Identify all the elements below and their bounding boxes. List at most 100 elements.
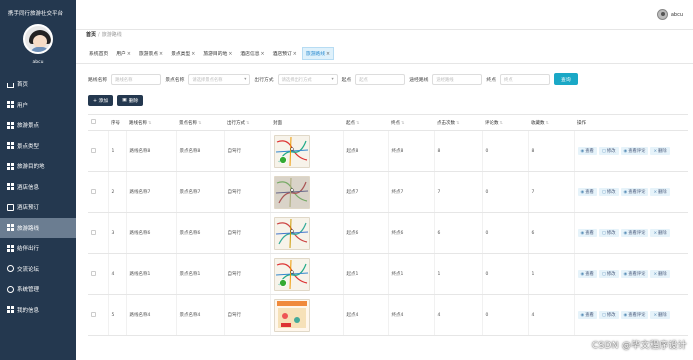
search-input[interactable]: 终点 [500,73,551,85]
row-action-button[interactable]: × 删除 [650,188,670,196]
column-label: 收藏数 [531,120,545,126]
sidebar-item-label: 我的信息 [17,307,40,314]
row-action-button[interactable]: ◉ 查看 [577,311,597,319]
search-input[interactable]: 起点 [355,73,406,85]
row-actions: ◉ 查看 ▢ 修改 ◉ 查看评论 × 删除 [577,310,673,320]
close-icon[interactable]: × [159,52,163,57]
close-icon[interactable]: × [127,52,131,57]
row-action-button[interactable]: ▢ 修改 [598,188,619,196]
tab-item[interactable]: 系统首页 [86,48,111,59]
column-header: 封面 [270,114,343,131]
cell-comments: 0 [481,171,528,213]
search-select[interactable]: 请选择出行方式 [277,73,338,85]
select-all-checkbox[interactable] [91,119,96,124]
sort-icon[interactable]: ⇅ [546,120,549,125]
search-button[interactable]: 查询 [554,73,578,85]
row-action-button[interactable]: ◉ 查看评论 [620,147,649,155]
row-action-button[interactable]: ◉ 查看 [577,229,597,237]
row-action-button[interactable]: × 删除 [650,147,670,155]
sort-icon[interactable]: ⇅ [401,120,404,125]
row-action-button[interactable]: ◉ 查看评论 [620,188,649,196]
sidebar-item[interactable]: 首页 [0,74,76,95]
breadcrumb-home[interactable]: 首页 [86,32,96,38]
search-input[interactable]: 途经路线 [432,73,483,85]
row-checkbox[interactable] [91,229,96,235]
row-action-button[interactable]: ▢ 修改 [598,270,619,278]
sidebar-item[interactable]: 酒店预订 [0,197,76,218]
row-checkbox[interactable] [91,311,96,317]
column-label: 终点 [391,120,400,126]
row-action-label: 修改 [606,190,616,195]
row-actions: ◉ 查看 ▢ 修改 ◉ 查看评论 × 删除 [577,187,673,197]
sort-icon[interactable]: ⇅ [246,120,249,125]
sidebar-item[interactable]: 旅游目的地 [0,156,76,177]
column-header: 出行方式⇅ [224,114,270,131]
sidebar-item[interactable]: 结伴出行 [0,238,76,259]
delete-button[interactable]: ▣ 删除 [117,95,144,106]
cover-image[interactable] [273,298,310,332]
sidebar-item[interactable]: 景点类型 [0,136,76,157]
sidebar-item[interactable]: 我的信息 [0,300,76,321]
row-action-button[interactable]: × 删除 [650,311,670,319]
tab-item[interactable]: 景点类型× [168,48,198,59]
row-action-button[interactable]: ◉ 查看评论 [620,270,649,278]
sort-icon[interactable]: ⇅ [148,120,151,125]
search-input[interactable]: 路线名称 [111,73,162,85]
row-action-button[interactable]: ◉ 查看 [577,188,597,196]
cell-mode: 自驾行 [223,212,270,254]
close-icon[interactable]: × [191,52,195,57]
route-table: 序号 路线名称⇅ 景点名称⇅ 出行方式⇅ 封面 起点⇅ 终点⇅ 点击次数⇅ 评论数⇅ 收藏数⇅ 操作… [88,114,688,336]
tab-item[interactable]: 旅游目的地× [200,48,235,59]
tab-item[interactable]: 酒店信息× [237,48,267,59]
row-action-button[interactable]: ◉ 查看 [577,270,597,278]
eye-icon: ◉ [623,230,628,236]
column-header: 收藏数⇅ [528,114,574,131]
cell-actions: ◉ 查看 ▢ 修改 ◉ 查看评论 × 删除 [573,212,688,254]
close-icon[interactable]: × [326,52,330,57]
row-checkbox[interactable] [91,147,96,153]
row-action-button[interactable]: ▢ 修改 [598,229,619,237]
row-action-button[interactable]: × 删除 [650,270,670,278]
sidebar-item[interactable]: 旅游景点 [0,115,76,136]
sort-icon[interactable]: ⇅ [456,120,459,125]
cell-end: 终点6 [387,212,434,254]
row-action-button[interactable]: ▢ 修改 [598,311,619,319]
sidebar-item[interactable]: 交流论坛 [0,259,76,280]
sidebar-item[interactable]: 酒店信息 [0,177,76,198]
cover-image[interactable] [273,134,310,168]
tab-item[interactable]: 旅游景点× [136,48,166,59]
sidebar-item[interactable]: 旅游路线 [0,217,76,238]
row-action-button[interactable]: ◉ 查看评论 [620,229,649,237]
sort-icon[interactable]: ⇅ [356,120,359,125]
tab-item[interactable]: 酒店预订× [270,48,300,59]
row-checkbox[interactable] [91,270,96,276]
tab-item[interactable]: 旅游路线× [301,47,335,60]
tab-item[interactable]: 用户× [113,48,134,59]
column-header: 景点名称⇅ [176,114,224,131]
row-action-button[interactable]: ◉ 查看 [577,147,597,155]
sidebar-item[interactable]: 系统管理 [0,279,76,300]
row-action-button[interactable]: ◉ 查看评论 [620,311,649,319]
row-checkbox[interactable] [91,188,96,194]
row-action-button[interactable]: ▢ 修改 [598,147,619,155]
row-action-button[interactable]: × 删除 [650,229,670,237]
column-header: 操作 [574,114,688,131]
row-action-label: 查看评论 [628,231,646,236]
search-select[interactable]: 请选择景点名称 [188,73,251,85]
cell-spot: 景点名称7 [175,171,224,213]
close-icon[interactable]: × [228,52,232,57]
add-button[interactable]: + 添加 [88,95,114,106]
column-header[interactable] [88,114,108,131]
sort-icon[interactable]: ⇅ [198,120,201,125]
sidebar-item[interactable]: 用户 [0,95,76,116]
cover-image[interactable] [273,257,310,291]
cover-image[interactable] [273,216,310,250]
close-icon[interactable]: × [293,52,297,57]
cell-actions: ◉ 查看 ▢ 修改 ◉ 查看评论 × 删除 [573,130,688,172]
sort-icon[interactable]: ⇅ [500,120,503,125]
top-user-menu[interactable]: abcu [656,9,683,20]
row-action-label: 查看评论 [628,149,646,154]
close-icon[interactable]: × [261,52,265,57]
cover-image[interactable] [273,175,310,209]
avatar[interactable] [23,24,53,54]
